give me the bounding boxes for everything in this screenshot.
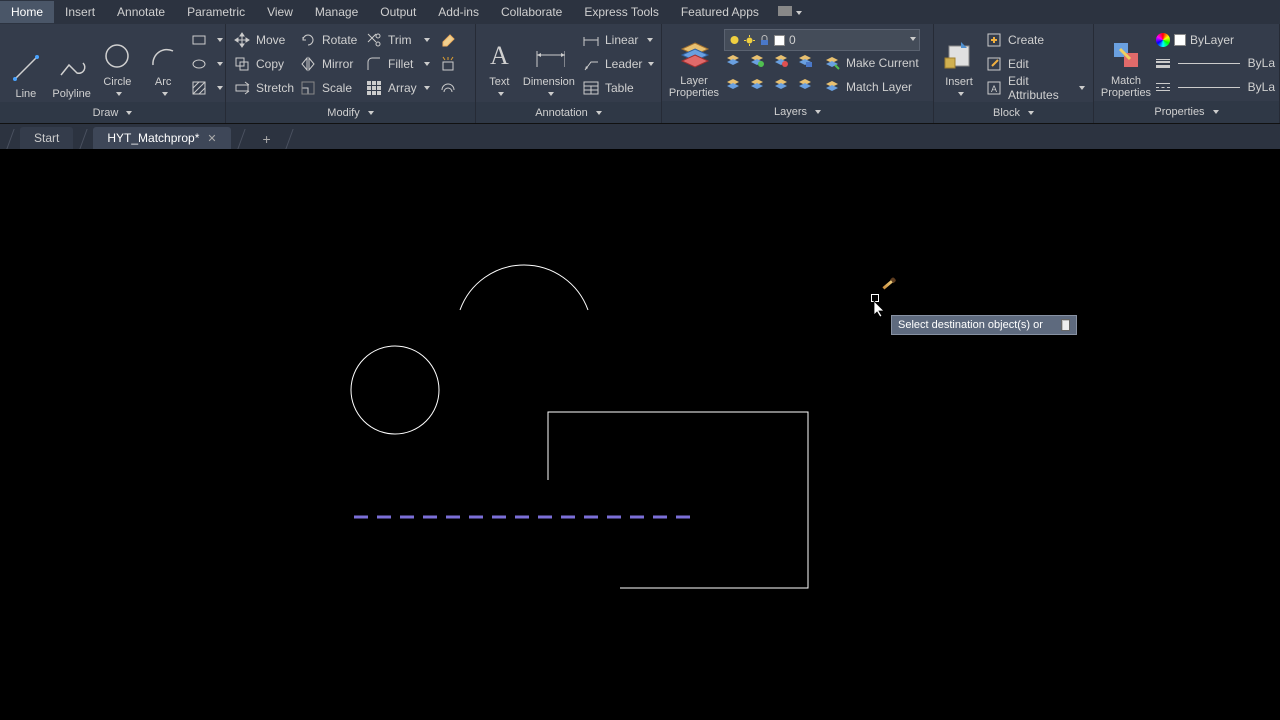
menu-tab-featured[interactable]: Featured Apps: [670, 1, 770, 23]
menu-tab-collaborate[interactable]: Collaborate: [490, 1, 573, 23]
layer-tool-4[interactable]: [796, 52, 814, 75]
explode-button[interactable]: [436, 52, 460, 76]
layer-tool-6[interactable]: [748, 76, 766, 99]
panel-title-properties[interactable]: Properties: [1094, 101, 1279, 123]
array-button[interactable]: Array: [362, 76, 434, 100]
object-arc[interactable]: [460, 265, 588, 310]
fillet-button[interactable]: Fillet: [362, 52, 434, 76]
color-swatch-white: [1174, 34, 1186, 46]
linetype-icon: [1156, 80, 1170, 94]
panel-title-draw[interactable]: Draw: [0, 102, 225, 123]
panel-title-block[interactable]: Block: [934, 102, 1093, 123]
menu-tab-annotate[interactable]: Annotate: [106, 1, 176, 23]
drawing-canvas[interactable]: Select destination object(s) or: [0, 150, 1280, 720]
rotate-button[interactable]: Rotate: [296, 28, 360, 52]
panel-draw: Line Polyline Circle Arc Draw: [0, 24, 226, 123]
hatch-button[interactable]: [187, 76, 221, 100]
layer-tool-7[interactable]: [772, 76, 790, 99]
scale-button[interactable]: Scale: [296, 76, 360, 100]
menu-tab-insert[interactable]: Insert: [54, 1, 106, 23]
panel-annotation: A Text Dimension Linear Leader Table Ann…: [476, 24, 662, 123]
lineweight-value[interactable]: ByLa: [1248, 56, 1275, 70]
panel-modify: Move Copy Stretch Rotate Mirror Scale Tr…: [226, 24, 476, 123]
insert-button[interactable]: Insert: [938, 26, 980, 102]
ellipse-button[interactable]: [187, 52, 221, 76]
stretch-button[interactable]: Stretch: [230, 76, 294, 100]
command-tooltip: Select destination object(s) or: [891, 315, 1077, 335]
edit-attributes-button[interactable]: AEdit Attributes: [982, 76, 1089, 100]
menu-tab-view[interactable]: View: [256, 1, 304, 23]
color-swatch: [774, 35, 785, 46]
linear-button[interactable]: Linear: [579, 28, 657, 52]
color-wheel-icon: [1156, 33, 1170, 47]
layer-tool-5[interactable]: [724, 76, 742, 99]
panel-title-annotation[interactable]: Annotation: [476, 102, 661, 123]
doctab-start[interactable]: Start: [20, 127, 73, 149]
doctab-file[interactable]: HYT_Matchprop*✕: [93, 127, 230, 149]
menu-tab-output[interactable]: Output: [369, 1, 427, 23]
lightbulb-icon: [729, 35, 740, 46]
object-rectangle[interactable]: [548, 412, 808, 588]
menu-tab-home[interactable]: Home: [0, 1, 54, 23]
leader-button[interactable]: Leader: [579, 52, 657, 76]
rect-button[interactable]: [187, 28, 221, 52]
panel-layers: Layer Properties 0: [662, 24, 934, 123]
menu-tab-addins[interactable]: Add-ins: [427, 1, 490, 23]
layer-tool-3[interactable]: [772, 52, 790, 75]
new-tab-button[interactable]: +: [255, 129, 279, 149]
match-properties-button[interactable]: Match Properties: [1098, 26, 1154, 101]
color-value[interactable]: ByLayer: [1190, 33, 1234, 47]
make-current-button[interactable]: Make Current: [820, 51, 929, 75]
offset-button[interactable]: [436, 76, 460, 100]
line-button[interactable]: Line: [4, 26, 48, 102]
edit-button[interactable]: Edit: [982, 52, 1089, 76]
menu-bar: Home Insert Annotate Parametric View Man…: [0, 0, 1280, 24]
match-layer-button[interactable]: Match Layer: [820, 75, 929, 99]
lock-icon: [759, 35, 770, 46]
arc-button[interactable]: Arc: [141, 26, 185, 102]
layer-tool-1[interactable]: [724, 52, 742, 75]
copy-button[interactable]: Copy: [230, 52, 294, 76]
lineweight-icon: [1156, 56, 1170, 70]
text-button[interactable]: A Text: [480, 26, 519, 102]
tooltip-text: Select destination object(s) or: [898, 319, 1043, 331]
panel-block: Insert Create Edit AEdit Attributes Bloc…: [934, 24, 1094, 123]
close-icon[interactable]: ✕: [207, 133, 216, 145]
dynamic-input-icon: [1061, 319, 1070, 331]
polyline-button[interactable]: Polyline: [50, 26, 94, 102]
menu-tab-extra[interactable]: [770, 1, 810, 23]
trim-button[interactable]: Trim: [362, 28, 434, 52]
move-button[interactable]: Move: [230, 28, 294, 52]
mirror-button[interactable]: Mirror: [296, 52, 360, 76]
layer-dropdown[interactable]: 0: [724, 29, 920, 51]
layer-properties-button[interactable]: Layer Properties: [666, 26, 722, 101]
menu-tab-manage[interactable]: Manage: [304, 1, 369, 23]
panel-properties: Match Properties ByLayer ByLa ByLa: [1094, 24, 1280, 123]
sun-icon: [744, 35, 755, 46]
menu-tab-parametric[interactable]: Parametric: [176, 1, 256, 23]
menu-tab-express[interactable]: Express Tools: [573, 1, 669, 23]
create-button[interactable]: Create: [982, 28, 1089, 52]
erase-button[interactable]: [436, 28, 460, 52]
document-tabs: Start HYT_Matchprop*✕ +: [0, 124, 1280, 150]
panel-title-modify[interactable]: Modify: [226, 102, 475, 123]
layer-tool-2[interactable]: [748, 52, 766, 75]
table-button[interactable]: Table: [579, 76, 657, 100]
ribbon: Line Polyline Circle Arc Draw: [0, 24, 1280, 124]
dimension-button[interactable]: Dimension: [521, 26, 577, 102]
circle-button[interactable]: Circle: [96, 26, 140, 102]
object-circle[interactable]: [351, 346, 439, 434]
linetype-value[interactable]: ByLa: [1248, 80, 1275, 94]
cursor-arrow-icon: [873, 300, 887, 318]
panel-title-layers[interactable]: Layers: [662, 101, 933, 123]
layer-name: 0: [789, 33, 796, 47]
layer-tool-8[interactable]: [796, 76, 814, 99]
svg-text:A: A: [991, 84, 997, 94]
